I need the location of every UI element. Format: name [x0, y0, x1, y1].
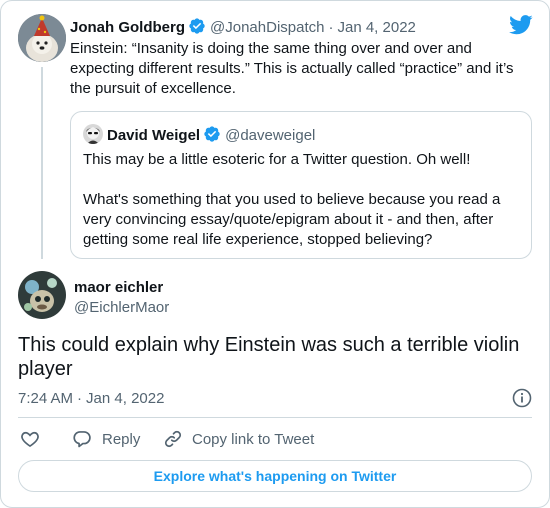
explore-twitter-button[interactable]: Explore what's happening on Twitter [18, 460, 532, 492]
author-handle[interactable]: @JonahDispatch [210, 19, 324, 36]
reply-tweet-text: This could explain why Einstein was such… [18, 334, 520, 380]
reply-button[interactable]: Reply [72, 429, 140, 449]
jonah-goldberg-avatar[interactable] [18, 14, 66, 62]
separator-dot: · [77, 390, 83, 407]
quoted-author-handle: @daveweigel [225, 127, 316, 144]
reply-author-name-text: maor eichler [74, 279, 164, 296]
reply-author-handle[interactable]: @EichlerMaor [74, 299, 169, 317]
quoted-tweet-paragraph-2: What's something that you used to believ… [83, 191, 501, 248]
main-tweet-header: Jonah Goldberg @JonahDispatch · Jan 4, 2022 [70, 17, 416, 40]
copy-link-label: Copy link to Tweet [192, 430, 315, 448]
reply-author-handle-text: @EichlerMaor [74, 299, 170, 316]
reply-time: 7:24 AM [18, 390, 74, 407]
maor-eichler-avatar[interactable] [18, 271, 66, 319]
link-icon [163, 429, 183, 449]
reply-icon [72, 429, 92, 449]
quoted-tweet-header: David Weigel @daveweigel [107, 125, 315, 148]
quoted-tweet-paragraph-1: This may be a little esoteric for a Twit… [83, 151, 471, 168]
reply-author-name[interactable]: maor eichler [74, 279, 163, 297]
heart-icon [20, 429, 40, 453]
separator-dot: · [328, 19, 334, 36]
quoted-author-name: David Weigel [107, 127, 201, 144]
like-button[interactable] [20, 429, 40, 453]
divider [18, 417, 532, 418]
verified-badge-icon [188, 17, 206, 40]
tweet-date[interactable]: Jan 4, 2022 [337, 19, 415, 36]
quoted-tweet[interactable]: David Weigel @daveweigel This may be a li… [70, 111, 532, 259]
reply-timestamp[interactable]: 7:24 AM · Jan 4, 2022 [18, 390, 164, 407]
twitter-logo-icon[interactable] [509, 15, 533, 40]
info-icon[interactable] [512, 388, 532, 413]
david-weigel-avatar [83, 124, 103, 144]
copy-link-button[interactable]: Copy link to Tweet [163, 429, 314, 449]
reply-label: Reply [102, 430, 141, 448]
embedded-tweet-card: Jonah Goldberg @JonahDispatch · Jan 4, 2022… [0, 0, 550, 508]
author-name[interactable]: Jonah Goldberg [70, 19, 185, 36]
reply-date: Jan 4, 2022 [86, 390, 165, 407]
main-tweet-text: Einstein: “Insanity is doing the same th… [70, 40, 514, 97]
thread-line [41, 67, 43, 259]
verified-badge-icon [203, 125, 221, 148]
